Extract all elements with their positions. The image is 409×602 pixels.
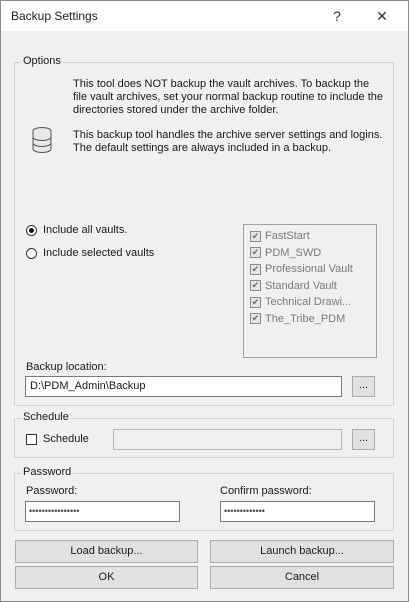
vault-item[interactable]: ✔ FastStart	[244, 228, 376, 245]
checkbox-checked-icon[interactable]: ✔	[250, 296, 261, 308]
vault-list[interactable]: ✔ FastStart ✔ PDM_SWD ✔ Professional Vau…	[243, 224, 377, 358]
vault-item[interactable]: ✔ PDM_SWD	[244, 245, 376, 262]
checkbox-unchecked-icon[interactable]	[26, 433, 37, 445]
vault-item-label: Technical Drawi...	[265, 296, 352, 309]
vault-item-label: FastStart	[265, 230, 310, 243]
password-label: Password:	[26, 485, 78, 497]
backup-location-browse-button[interactable]: ...	[352, 376, 375, 397]
window-title: Backup Settings	[11, 9, 98, 23]
ok-button[interactable]: OK	[15, 566, 198, 589]
schedule-browse-button[interactable]: ...	[352, 429, 375, 450]
password-legend: Password	[21, 466, 74, 478]
load-backup-button[interactable]: Load backup...	[15, 540, 198, 563]
checkbox-checked-icon[interactable]: ✔	[250, 247, 261, 259]
info-text-archives: This tool does NOT backup the vault arch…	[73, 78, 383, 116]
vault-item-label: The_Tribe_PDM	[265, 312, 346, 325]
schedule-input	[113, 429, 342, 450]
close-button[interactable]: ✕	[367, 5, 397, 27]
checkbox-checked-icon[interactable]: ✔	[250, 280, 261, 292]
schedule-checkbox[interactable]: Schedule	[26, 433, 89, 445]
title-bar: Backup Settings ? ✕	[1, 1, 408, 31]
radio-button-icon[interactable]	[26, 247, 37, 259]
schedule-checkbox-label: Schedule	[43, 433, 89, 445]
checkbox-checked-icon[interactable]: ✔	[250, 313, 261, 325]
vault-item[interactable]: ✔ Technical Drawi...	[244, 294, 376, 311]
schedule-legend: Schedule	[21, 411, 71, 423]
vault-item[interactable]: ✔ The_Tribe_PDM	[244, 311, 376, 328]
radio-include-all-vaults[interactable]: Include all vaults.	[26, 224, 127, 236]
checkbox-checked-icon[interactable]: ✔	[250, 230, 261, 242]
radio-include-selected-label: Include selected vaults	[43, 247, 155, 259]
password-input[interactable]: ••••••••••••••••	[25, 501, 180, 522]
vault-item[interactable]: ✔ Standard Vault	[244, 278, 376, 295]
radio-button-selected-icon[interactable]	[26, 224, 37, 236]
checkbox-checked-icon[interactable]: ✔	[250, 263, 261, 275]
radio-include-selected-vaults[interactable]: Include selected vaults	[26, 247, 154, 259]
launch-backup-button[interactable]: Launch backup...	[210, 540, 394, 563]
cancel-button[interactable]: Cancel	[210, 566, 394, 589]
vault-item-label: Standard Vault	[265, 279, 337, 292]
options-legend: Options	[21, 55, 63, 67]
backup-location-input[interactable]: D:\PDM_Admin\Backup	[25, 376, 342, 397]
radio-include-all-label: Include all vaults.	[43, 224, 128, 236]
info-text-settings: This backup tool handles the archive ser…	[73, 129, 383, 154]
backup-settings-dialog: Backup Settings ? ✕ Options This tool do…	[0, 0, 409, 602]
help-button[interactable]: ?	[322, 5, 352, 27]
database-icon	[32, 127, 52, 153]
backup-location-label: Backup location:	[26, 361, 107, 373]
vault-item-label: Professional Vault	[265, 263, 353, 276]
confirm-password-input[interactable]: •••••••••••••	[220, 501, 375, 522]
vault-item[interactable]: ✔ Professional Vault	[244, 261, 376, 278]
vault-item-label: PDM_SWD	[265, 246, 322, 259]
confirm-password-label: Confirm password:	[220, 485, 312, 497]
